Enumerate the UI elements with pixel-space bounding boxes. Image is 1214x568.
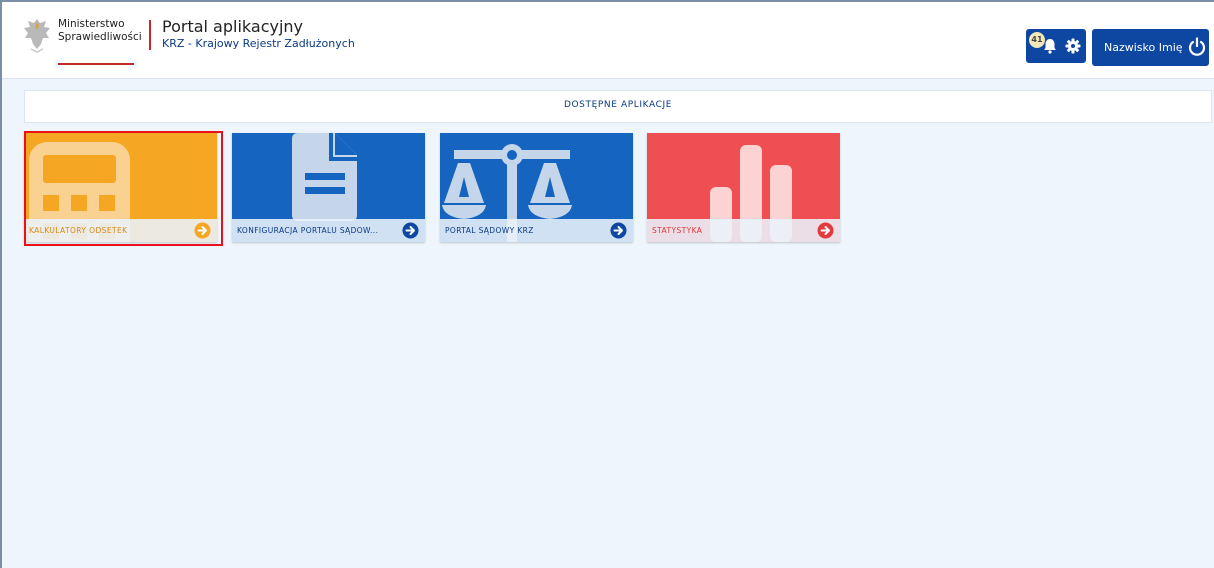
tile-kalkulatory-odsetek[interactable]: KALKULATORY ODSETEK [24,133,217,242]
eagle-emblem-icon [24,19,50,53]
logo-line-1: Ministerstwo [58,18,125,30]
tile-konfiguracja-portalu[interactable]: KONFIGURACJA PORTALU SĄDOW... [232,133,425,242]
tile-portal-sadowy-krz[interactable]: PORTAL SĄDOWY KRZ [440,133,633,242]
header: Ministerstwo Sprawiedliwości Portal apli… [2,2,1214,79]
arrow-right-circle-icon[interactable] [194,222,211,239]
section-title: DOSTĘPNE APLIKACJE [563,100,673,110]
logo-underline [58,63,134,65]
arrow-right-circle-icon[interactable] [610,222,627,239]
power-icon[interactable] [1188,37,1206,57]
tile-footer: STATYSTYKA [647,219,840,242]
notifications-settings-button[interactable]: 41 [1026,29,1086,63]
logo-line-2: Sprawiedliwości [58,31,142,43]
logo-divider [149,20,151,50]
app-title: Portal aplikacyjny [162,17,304,36]
ministry-logo-text: Ministerstwo Sprawiedliwości [58,18,142,44]
tile-label: KALKULATORY ODSETEK [29,226,128,235]
tile-statystyka[interactable]: STATYSTYKA [647,133,840,242]
app-window: Ministerstwo Sprawiedliwości Portal apli… [0,0,1214,568]
tile-footer: KALKULATORY ODSETEK [24,219,217,242]
user-name: Nazwisko Imię [1104,41,1183,54]
section-header: DOSTĘPNE APLIKACJE [24,90,1212,123]
arrow-right-circle-icon[interactable] [817,222,834,239]
user-logout-button[interactable]: Nazwisko Imię [1092,29,1209,66]
tile-footer: KONFIGURACJA PORTALU SĄDOW... [232,219,425,242]
tile-label: STATYSTYKA [652,226,703,235]
tile-label: PORTAL SĄDOWY KRZ [445,226,534,235]
gear-icon[interactable] [1065,38,1081,54]
app-subtitle: KRZ - Krajowy Rejestr Zadłużonych [162,37,355,50]
tile-label: KONFIGURACJA PORTALU SĄDOW... [237,226,379,235]
arrow-right-circle-icon[interactable] [402,222,419,239]
tile-footer: PORTAL SĄDOWY KRZ [440,219,633,242]
notification-count-badge: 41 [1029,32,1045,48]
